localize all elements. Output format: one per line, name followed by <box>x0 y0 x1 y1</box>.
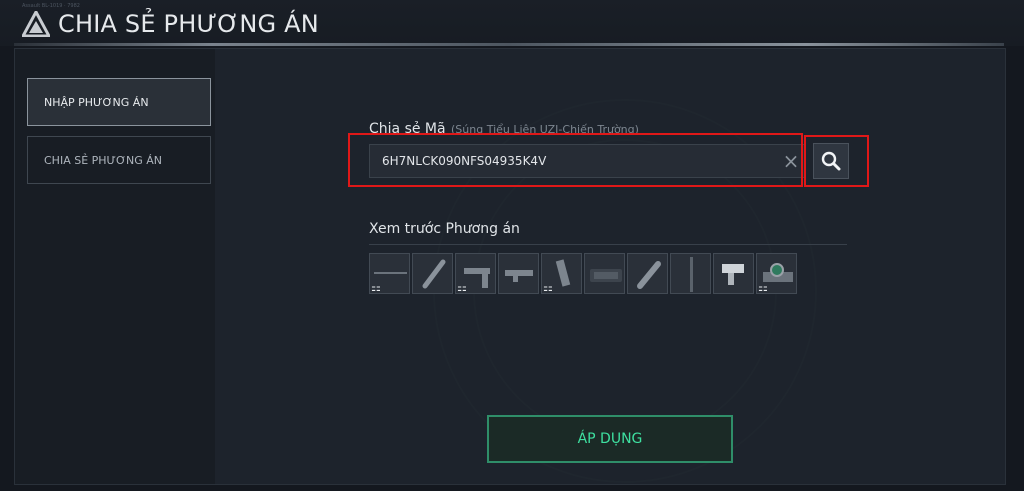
attachment-slot-grip[interactable]: ⚏ <box>541 253 582 294</box>
sidebar: NHẬP PHƯƠNG ÁN CHIA SẺ PHƯƠNG ÁN <box>15 49 215 484</box>
attachment-slot-rail[interactable] <box>670 253 711 294</box>
sidebar-item-share-plan[interactable]: CHIA SẺ PHƯƠNG ÁN <box>27 136 211 184</box>
mod-icon: ⚏ <box>371 281 381 294</box>
attachment-slot-magazine[interactable] <box>627 253 668 294</box>
preview-divider <box>369 244 847 245</box>
apply-button[interactable]: ÁP DỤNG <box>487 415 733 463</box>
underbarrel-icon <box>505 270 533 282</box>
scope-icon <box>590 269 622 282</box>
magazine-icon <box>637 261 661 289</box>
attachment-slot-laser[interactable] <box>713 253 754 294</box>
rail-icon <box>690 257 693 292</box>
highlight-box-search <box>804 135 869 187</box>
highlight-box-code <box>348 133 803 187</box>
attachment-slot-suppressor[interactable] <box>412 253 453 294</box>
preview-title: Xem trước Phương án <box>369 221 520 237</box>
header-tiny-text: Assault BL-1019 · 7982 <box>22 3 80 9</box>
attachment-slot-barrel[interactable]: ⚏ <box>369 253 410 294</box>
main-panel: NHẬP PHƯƠNG ÁN CHIA SẺ PHƯƠNG ÁN Chia sẻ… <box>14 48 1006 485</box>
laser-icon <box>722 264 744 285</box>
attachment-slot-underbarrel[interactable] <box>498 253 539 294</box>
tri-logo-icon <box>22 11 50 37</box>
sidebar-item-label: CHIA SẺ PHƯƠNG ÁN <box>44 154 163 167</box>
suppressor-icon <box>422 259 446 289</box>
mod-icon: ⚏ <box>758 281 768 294</box>
attachment-slot-sight[interactable]: ⚏ <box>756 253 797 294</box>
attachment-slot-stock[interactable]: ⚏ <box>455 253 496 294</box>
sidebar-item-label: NHẬP PHƯƠNG ÁN <box>44 96 149 109</box>
page-title: CHIA SẺ PHƯƠNG ÁN <box>58 10 319 38</box>
sidebar-item-import-plan[interactable]: NHẬP PHƯƠNG ÁN <box>27 78 211 126</box>
top-bar: Assault BL-1019 · 7982 CHIA SẺ PHƯƠNG ÁN <box>0 0 1024 46</box>
mod-icon: ⚏ <box>457 281 467 294</box>
header-divider <box>14 43 1004 46</box>
attachment-slot-scope[interactable] <box>584 253 625 294</box>
mod-icon: ⚏ <box>543 281 553 294</box>
